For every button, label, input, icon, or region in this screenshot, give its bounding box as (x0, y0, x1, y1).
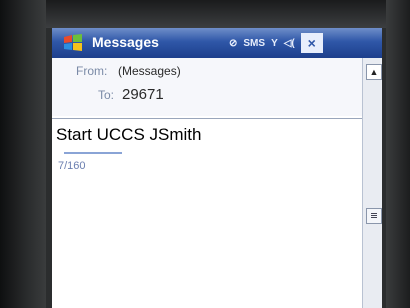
windows-flag-icon[interactable] (62, 33, 84, 53)
character-counter: 7/160 (58, 160, 86, 172)
device-bezel-left (0, 0, 46, 308)
from-field[interactable]: (Messages) (118, 64, 181, 78)
device-bezel-right (386, 0, 410, 308)
message-body-field[interactable]: Start UCCS JSmith (52, 122, 324, 148)
from-label: From: (76, 64, 108, 78)
sms-icon: SMS (243, 37, 266, 49)
window-title: Messages (92, 34, 159, 50)
header-divider (52, 118, 362, 119)
vertical-scrollbar[interactable]: ▲ (362, 58, 382, 308)
to-field[interactable]: 29671 (122, 86, 164, 103)
title-bar: Messages ⊘ SMS Y ◁( × (52, 28, 382, 58)
close-button[interactable]: × (300, 33, 323, 53)
speaker-icon[interactable]: ◁( (284, 38, 295, 49)
device-bezel-top (46, 0, 386, 28)
status-icons: ⊘ SMS Y ◁( × (229, 31, 323, 55)
scroll-thumb[interactable] (366, 208, 382, 224)
signal-off-icon: ⊘ (229, 37, 238, 49)
text-cursor-underline (64, 152, 122, 154)
to-label: To: (98, 88, 115, 102)
antenna-icon: Y (271, 37, 278, 49)
phone-screen: Messages ⊘ SMS Y ◁( × From: (Messages) T… (52, 28, 382, 308)
scroll-up-icon[interactable]: ▲ (366, 64, 382, 80)
message-header: From: (Messages) To: 29671 (52, 58, 362, 116)
